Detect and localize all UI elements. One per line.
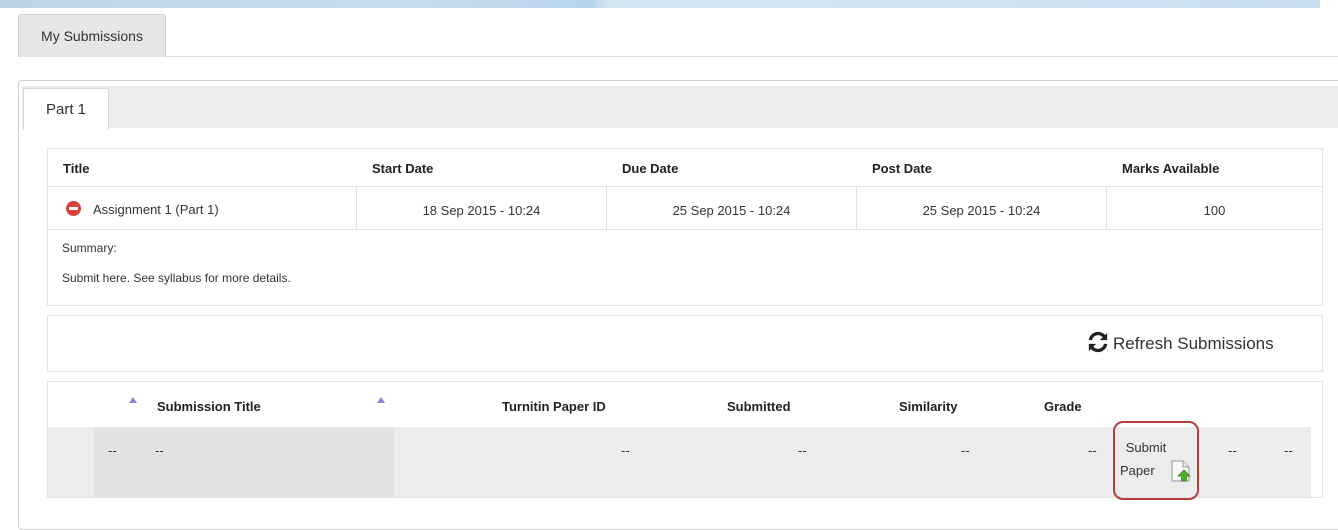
header-start-date: Start Date [372,161,434,176]
refresh-icon [1087,331,1113,358]
row-grade: -- [1088,443,1097,458]
sort-asc-icon[interactable] [377,397,385,403]
table-divider [48,186,1322,187]
due-date-value: 25 Sep 2015 - 10:24 [672,203,791,218]
post-date-value: 25 Sep 2015 - 10:24 [922,203,1041,218]
row-submission-title: -- [155,443,164,458]
outer-tabs-divider [18,56,1338,57]
file-upload-icon [1171,460,1191,485]
header-title: Title [63,161,90,176]
header-submission-title[interactable]: Submission Title [157,399,261,414]
header-grade[interactable]: Grade [1044,399,1082,414]
top-banner-strip [0,0,1320,8]
row-cell: -- [1228,443,1237,458]
header-marks-available: Marks Available [1122,161,1220,176]
sort-asc-icon[interactable] [129,397,137,403]
header-due-date: Due Date [622,161,679,176]
marks-value: 100 [1203,203,1226,218]
tab-my-submissions-label: My Submissions [41,28,143,44]
assignment-title: Assignment 1 (Part 1) [93,202,219,217]
header-post-date: Post Date [872,161,932,176]
summary-text: Submit here. See syllabus for more detai… [62,271,291,285]
start-date-value: 18 Sep 2015 - 10:24 [422,203,541,218]
table-row-title-cell [94,427,394,497]
submit-paper-label-line1: Submit [1125,440,1167,455]
table-divider [48,229,1322,230]
row-cell: -- [108,443,117,458]
row-cell: -- [1284,443,1293,458]
header-turnitin-paper-id[interactable]: Turnitin Paper ID [502,399,606,414]
refresh-submissions-label: Refresh Submissions [1113,334,1274,353]
tab-part-1-label: Part 1 [45,101,87,118]
refresh-submissions-button[interactable]: Refresh Submissions [1087,331,1274,358]
remove-circle-icon [66,201,81,216]
row-submitted: -- [798,443,807,458]
part-tabs-bar [22,86,1338,128]
tab-part-1[interactable]: Part 1 [23,88,109,130]
tab-my-submissions[interactable]: My Submissions [18,14,166,57]
header-similarity[interactable]: Similarity [899,399,958,414]
submit-paper-label-line2: Paper [1120,463,1155,478]
row-paper-id: -- [621,443,630,458]
header-submitted[interactable]: Submitted [727,399,791,414]
row-similarity: -- [961,443,970,458]
summary-label: Summary: [62,241,117,255]
